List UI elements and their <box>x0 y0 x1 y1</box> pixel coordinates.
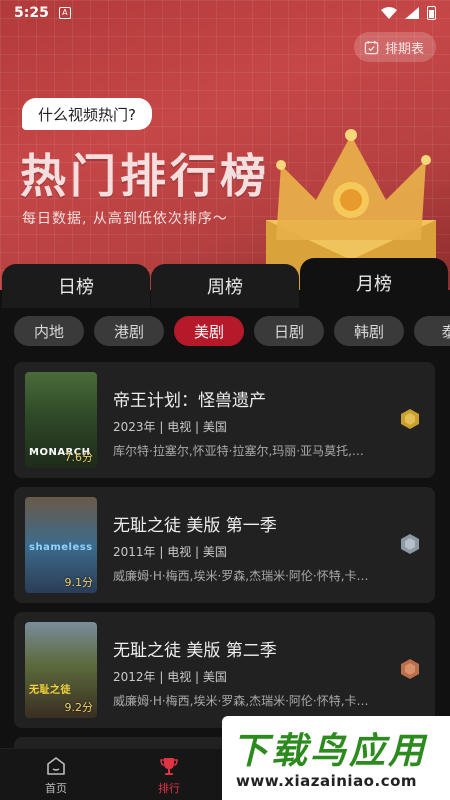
tab-weekly[interactable]: 周榜 <box>151 264 299 308</box>
nav-ranking[interactable]: 排行 <box>139 755 199 796</box>
page-title: 热门排行榜 <box>20 149 270 203</box>
rank-silver-icon <box>401 534 419 554</box>
poster-image: 无耻之徒 9.2分 <box>25 622 97 718</box>
signal-icon <box>405 7 419 19</box>
list-item[interactable]: 无耻之徒 9.2分 无耻之徒 美版 第二季 2012年 | 电视 | 美国 威廉… <box>14 612 435 728</box>
poster-text: 无耻之徒 <box>29 685 71 696</box>
status-bar: 5:25 A <box>0 0 450 26</box>
tab-daily[interactable]: 日榜 <box>2 264 150 308</box>
schedule-label: 排期表 <box>384 41 424 57</box>
nav-home[interactable]: 首页 <box>26 755 86 796</box>
item-meta: 2011年 | 电视 | 美国 <box>113 545 227 559</box>
item-title: 帝王计划：怪兽遗产 <box>113 391 266 411</box>
chip-us[interactable]: 美剧 <box>174 316 244 346</box>
list-item[interactable]: shameless 9.1分 无耻之徒 美版 第一季 2011年 | 电视 | … <box>14 487 435 603</box>
hero-bubble: 什么视频热门? <box>22 98 152 130</box>
item-title: 无耻之徒 美版 第一季 <box>113 516 277 536</box>
nav-ranking-label: 排行 <box>158 782 180 795</box>
chip-japan[interactable]: 日剧 <box>254 316 324 346</box>
item-title: 无耻之徒 美版 第二季 <box>113 641 277 661</box>
calendar-icon <box>364 40 379 54</box>
item-cast: 库尔特·拉塞尔,怀亚特·拉塞尔,玛丽·亚马莫托,泽... <box>113 444 375 458</box>
score-badge: 9.1分 <box>64 576 94 589</box>
poster-image: MONARCH 7.6分 <box>25 372 97 468</box>
chip-korea[interactable]: 韩剧 <box>334 316 404 346</box>
nav-home-label: 首页 <box>45 782 67 795</box>
item-cast: 威廉姆·H·梅西,埃米·罗森,杰瑞米·阿伦·怀特,卡梅... <box>113 694 375 708</box>
chip-hongkong[interactable]: 港剧 <box>94 316 164 346</box>
watermark-brand: 下载鸟应用 <box>232 731 428 772</box>
trophy-icon <box>160 758 178 775</box>
score-badge: 9.2分 <box>64 701 94 714</box>
rank-gold-icon <box>401 409 419 429</box>
category-chips: 内地 港剧 美剧 日剧 韩剧 泰 <box>14 316 450 346</box>
home-icon <box>47 757 65 775</box>
poster-text: shameless <box>29 542 93 553</box>
wifi-icon <box>381 7 397 19</box>
page-subtitle: 每日数据, 从高到低依次排序～ <box>22 211 228 227</box>
rank-bronze-icon <box>401 659 419 679</box>
watermark: 下载鸟应用 www.xiazainiao.com <box>222 716 450 800</box>
hero-banner: 5:25 A 排期表 什么视频热门? 热门排行榜 每日数据, 从高到低依次排序～ <box>0 0 450 290</box>
item-cast: 威廉姆·H·梅西,埃米·罗森,杰瑞米·阿伦·怀特,卡梅... <box>113 569 375 583</box>
item-meta: 2023年 | 电视 | 美国 <box>113 420 227 434</box>
ranking-tabs: 日榜 周榜 月榜 <box>0 258 450 308</box>
chip-mainland[interactable]: 内地 <box>14 316 84 346</box>
item-meta: 2012年 | 电视 | 美国 <box>113 670 227 684</box>
watermark-url: www.xiazainiao.com <box>236 772 418 790</box>
schedule-button[interactable]: 排期表 <box>353 32 436 62</box>
chip-thai[interactable]: 泰 <box>414 316 450 346</box>
status-time: 5:25 <box>14 5 49 21</box>
tab-monthly[interactable]: 月榜 <box>300 258 448 308</box>
notification-icon: A <box>58 7 71 19</box>
poster-image: shameless 9.1分 <box>25 497 97 593</box>
score-badge: 7.6分 <box>64 451 94 464</box>
list-item[interactable]: MONARCH 7.6分 帝王计划：怪兽遗产 2023年 | 电视 | 美国 库… <box>14 362 435 478</box>
battery-icon <box>427 6 436 20</box>
